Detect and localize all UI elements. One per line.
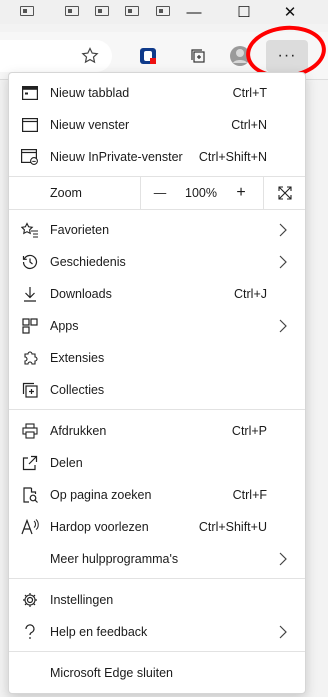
shortcut-text: Ctrl+Shift+N: [198, 150, 267, 164]
zoom-divider: [263, 177, 264, 209]
menu-item-print[interactable]: Afdrukken Ctrl+P: [9, 415, 305, 447]
favorite-star-icon[interactable]: [76, 42, 104, 70]
chevron-right-icon: [279, 625, 287, 639]
chevron-right-icon: [279, 319, 287, 333]
tab-icon-3[interactable]: [156, 6, 170, 16]
download-icon: [21, 286, 39, 302]
maximize-button[interactable]: ☐: [224, 0, 264, 24]
zoom-out-button[interactable]: —: [142, 177, 178, 209]
menu-separator: [9, 578, 305, 579]
menu-item-label: Nieuw tabblad: [50, 86, 130, 100]
menu-item-label: Nieuw venster: [50, 118, 130, 132]
find-icon: [21, 487, 39, 503]
fullscreen-button[interactable]: [265, 177, 305, 209]
read-aloud-icon: [21, 519, 39, 535]
shortcut-text: Ctrl+J: [234, 287, 267, 301]
menu-separator: [9, 409, 305, 410]
gear-icon: [21, 592, 39, 608]
shortcut-text: Ctrl+P: [231, 424, 267, 438]
extension-icon[interactable]: [134, 42, 162, 70]
question-icon: [21, 624, 39, 640]
settings-and-more-button[interactable]: ···: [266, 40, 308, 72]
settings-menu: Nieuw tabblad Ctrl+T Nieuw venster Ctrl+…: [8, 72, 306, 694]
menu-item-label: Apps: [50, 319, 79, 333]
menu-item-history[interactable]: Geschiedenis: [9, 246, 305, 278]
title-bar: — ☐ ✕: [0, 0, 328, 24]
history-icon: [21, 254, 39, 270]
menu-item-extensions[interactable]: Extensies: [9, 342, 305, 374]
menu-item-share[interactable]: Delen: [9, 447, 305, 479]
menu-item-label: Afdrukken: [50, 424, 107, 438]
zoom-level: 100%: [185, 186, 217, 200]
fullscreen-icon: [278, 186, 292, 200]
menu-item-read-aloud[interactable]: Hardop voorlezen Ctrl+Shift+U: [9, 511, 305, 543]
menu-item-label: Collecties: [50, 383, 105, 397]
menu-item-favorites[interactable]: Favorieten: [9, 214, 305, 246]
apps-icon: [21, 318, 39, 334]
menu-separator: [9, 651, 305, 652]
printer-icon: [21, 423, 39, 439]
chevron-right-icon: [279, 552, 287, 566]
menu-item-apps[interactable]: Apps: [9, 310, 305, 342]
workspace-icon[interactable]: [65, 6, 79, 16]
menu-item-settings[interactable]: Instellingen: [9, 584, 305, 616]
tab-icon-2[interactable]: [125, 6, 139, 16]
collections-toolbar-icon[interactable]: [184, 42, 212, 70]
new-tab-icon: [21, 85, 39, 101]
zoom-divider: [140, 177, 141, 209]
profile-avatar[interactable]: [226, 42, 254, 70]
menu-item-close-edge[interactable]: Microsoft Edge sluiten: [9, 657, 305, 689]
menu-separator: [9, 209, 305, 210]
minimize-button[interactable]: —: [174, 0, 214, 24]
menu-item-label: Op pagina zoeken: [50, 488, 152, 502]
favorites-icon: [21, 222, 39, 238]
close-window-button[interactable]: ✕: [270, 0, 310, 24]
menu-item-label: Hardop voorlezen: [50, 520, 149, 534]
menu-item-inprivate[interactable]: Nieuw InPrivate-venster Ctrl+Shift+N: [9, 141, 305, 173]
menu-item-collections[interactable]: Collecties: [9, 374, 305, 406]
menu-item-label: Geschiedenis: [50, 255, 126, 269]
chevron-right-icon: [279, 255, 287, 269]
tab-icon[interactable]: [95, 6, 109, 16]
menu-item-label: Nieuw InPrivate-venster: [50, 150, 183, 164]
shortcut-text: Ctrl+N: [231, 118, 267, 132]
share-icon: [21, 455, 39, 471]
menu-item-label: Meer hulpprogramma's: [50, 552, 179, 566]
menu-item-find[interactable]: Op pagina zoeken Ctrl+F: [9, 479, 305, 511]
menu-item-label: Microsoft Edge sluiten: [50, 666, 173, 680]
menu-item-label: Instellingen: [50, 593, 114, 607]
menu-item-zoom: Zoom — 100% +: [9, 177, 305, 209]
inprivate-icon: [21, 149, 39, 165]
tab-actions-icon[interactable]: [20, 6, 34, 16]
shortcut-text: Ctrl+Shift+U: [198, 520, 267, 534]
zoom-in-button[interactable]: +: [223, 177, 259, 209]
menu-item-label: Help en feedback: [50, 625, 148, 639]
menu-item-new-tab[interactable]: Nieuw tabblad Ctrl+T: [9, 77, 305, 109]
menu-item-label: Downloads: [50, 287, 112, 301]
window-icon: [21, 117, 39, 133]
collections-icon: [21, 382, 39, 398]
menu-item-label: Favorieten: [50, 223, 110, 237]
menu-item-new-window[interactable]: Nieuw venster Ctrl+N: [9, 109, 305, 141]
menu-item-help[interactable]: Help en feedback: [9, 616, 305, 648]
menu-item-downloads[interactable]: Downloads Ctrl+J: [9, 278, 305, 310]
shortcut-text: Ctrl+F: [232, 488, 267, 502]
menu-item-label: Extensies: [50, 351, 105, 365]
chevron-right-icon: [279, 223, 287, 237]
menu-item-more-tools[interactable]: Meer hulpprogramma's: [9, 543, 305, 575]
menu-item-label: Delen: [50, 456, 83, 470]
shortcut-text: Ctrl+T: [232, 86, 267, 100]
zoom-label: Zoom: [50, 186, 82, 200]
puzzle-icon: [21, 350, 39, 366]
